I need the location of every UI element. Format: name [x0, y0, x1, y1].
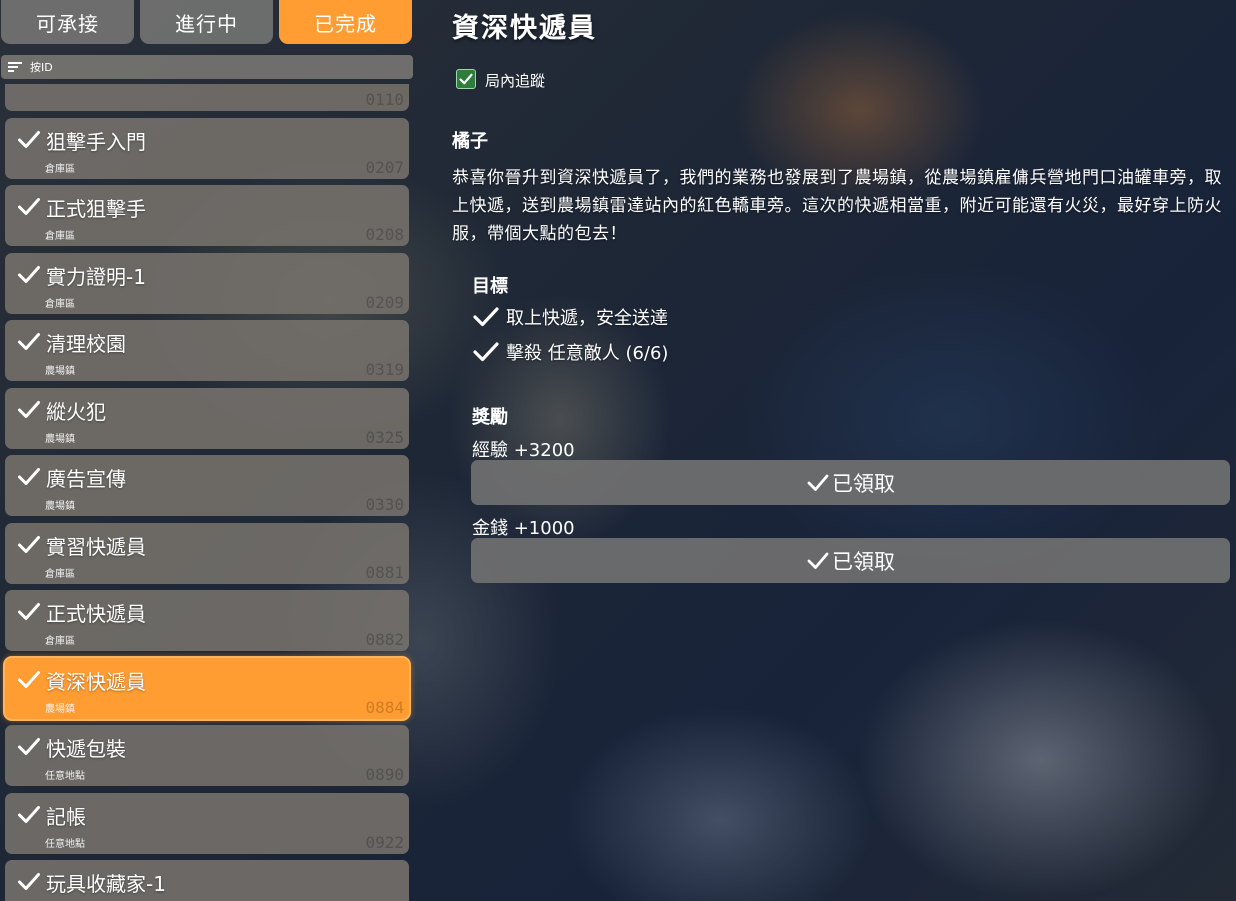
quest-id: 0330 [365, 495, 404, 514]
quest-location: 農場鎮 [45, 703, 75, 715]
sort-dropdown[interactable]: 按ID [1, 55, 413, 79]
reward-money-label: 金錢 +1000 [472, 518, 575, 539]
quest-title: 資深快遞員 [452, 13, 597, 44]
quest-id: 0319 [365, 360, 404, 379]
quest-item[interactable]: 實習快遞員倉庫區 0881 [5, 522, 409, 584]
checkmark-icon [807, 474, 829, 491]
quest-item-selected[interactable]: 資深快遞員農場鎮 0884 [5, 657, 409, 719]
quest-name: 實習快遞員 [46, 534, 146, 559]
quest-item[interactable]: 廣告宣傳農場鎮 0330 [5, 455, 409, 516]
quest-item[interactable]: 縱火犯農場鎮 0325 [5, 387, 409, 449]
quest-location: 農場鎮 [45, 433, 75, 445]
quest-list[interactable]: 零號區0110狙擊手入門倉庫區0207正式狙擊手倉庫區0208實力證明-1倉庫區… [0, 84, 420, 901]
quest-name: 記帳 [46, 804, 86, 829]
quest-name: 清理校園 [46, 332, 126, 356]
checkmark-icon [18, 333, 40, 350]
objective-item: 擊殺 任意敵人 (6/6) [472, 338, 668, 366]
quest-id: 0890 [365, 765, 404, 784]
quest-giver-name: 橘子 [452, 131, 488, 152]
claim-experience-button[interactable]: 已領取 [471, 460, 1230, 505]
checkmark-icon [18, 198, 40, 215]
checkmark-icon [18, 535, 40, 553]
quest-id: 0922 [365, 832, 404, 852]
quest-name: 狙擊手入門 [46, 129, 146, 154]
quest-location: 倉庫區 [45, 568, 75, 580]
checkmark-icon [18, 873, 40, 890]
quest-item[interactable]: 狙擊手入門倉庫區 0207 [5, 117, 409, 179]
quest-location: 倉庫區 [45, 163, 75, 175]
quest-location: 倉庫區 [45, 231, 75, 242]
quest-name: 廣告宣傳 [46, 467, 126, 491]
quest-name: 實力證明-1 [46, 264, 146, 289]
quest-id: 0207 [365, 157, 404, 177]
quest-id: 0884 [365, 697, 404, 717]
quest-location: 農場鎮 [45, 501, 75, 512]
checkmark-icon [18, 603, 40, 620]
sort-icon [8, 62, 22, 72]
claim-button-label: 已領取 [832, 471, 895, 496]
quest-name: 玩具收藏家-1 [46, 872, 166, 896]
quest-item[interactable]: 正式快遞員倉庫區 0882 [5, 590, 409, 651]
quest-id: 0208 [365, 225, 404, 244]
checkmark-icon [18, 670, 40, 688]
quest-id: 0882 [365, 630, 404, 649]
objective-item: 取上快遞，安全送達 [472, 303, 668, 331]
quest-location: 倉庫區 [45, 298, 75, 310]
checkmark-icon [18, 130, 40, 148]
quest-id: 0110 [365, 90, 404, 109]
track-checkbox[interactable] [456, 69, 476, 89]
quest-location: 農場鎮 [45, 366, 75, 377]
checkmark-icon [18, 265, 40, 283]
objective-text: 取上快遞，安全送達 [506, 308, 668, 329]
track-label: 局內追蹤 [485, 72, 546, 90]
quest-item[interactable]: 零號區0110 [5, 84, 409, 111]
checkmark-icon [18, 400, 40, 418]
quest-description: 恭喜你晉升到資深快遞員了，我們的業務也發展到了農場鎮，從農場鎮雇傭兵營地門口油罐… [452, 168, 1222, 244]
quest-id: 0209 [365, 292, 404, 312]
claim-button-label: 已領取 [832, 549, 895, 574]
tab-completed[interactable]: 已完成 [279, 0, 412, 44]
checkmark-icon [18, 738, 40, 755]
quest-name: 縱火犯 [46, 399, 106, 424]
objective-text: 擊殺 任意敵人 (6/6) [506, 343, 669, 364]
quest-location: 任意地點 [45, 838, 85, 850]
sort-label: 按ID [30, 61, 53, 74]
quest-name: 正式快遞員 [46, 602, 146, 626]
quest-name: 快遞包裝 [46, 737, 126, 761]
reward-experience-label: 經驗 +3200 [472, 440, 575, 461]
checkmark-icon [473, 307, 499, 327]
quest-id: 0881 [365, 562, 404, 582]
quest-item[interactable]: 清理校園農場鎮 0319 [5, 320, 409, 381]
checkmark-icon [18, 468, 40, 485]
tab-available[interactable]: 可承接 [1, 0, 134, 44]
claim-money-button[interactable]: 已領取 [471, 538, 1230, 583]
quest-item[interactable]: 記帳任意地點 0922 [5, 792, 409, 854]
quest-location: 倉庫區 [45, 636, 75, 647]
quest-id: 0325 [365, 427, 404, 447]
quest-item[interactable]: 正式狙擊手倉庫區 0208 [5, 185, 409, 246]
quest-item[interactable]: 快遞包裝任意地點 0890 [5, 725, 409, 786]
checkmark-icon [473, 342, 499, 362]
checkmark-icon [18, 805, 40, 823]
quest-item[interactable]: 玩具收藏家-1 [5, 860, 409, 901]
objectives-heading: 目標 [472, 276, 508, 297]
rewards-heading: 獎勵 [472, 407, 508, 428]
checkmark-icon [807, 552, 829, 569]
tab-in-progress[interactable]: 進行中 [140, 0, 273, 44]
quest-name: 資深快遞員 [46, 669, 146, 694]
quest-name: 正式狙擊手 [46, 197, 146, 221]
quest-location: 任意地點 [45, 771, 85, 782]
quest-item[interactable]: 實力證明-1 倉庫區 0209 [5, 252, 409, 314]
checkmark-icon [459, 73, 473, 85]
